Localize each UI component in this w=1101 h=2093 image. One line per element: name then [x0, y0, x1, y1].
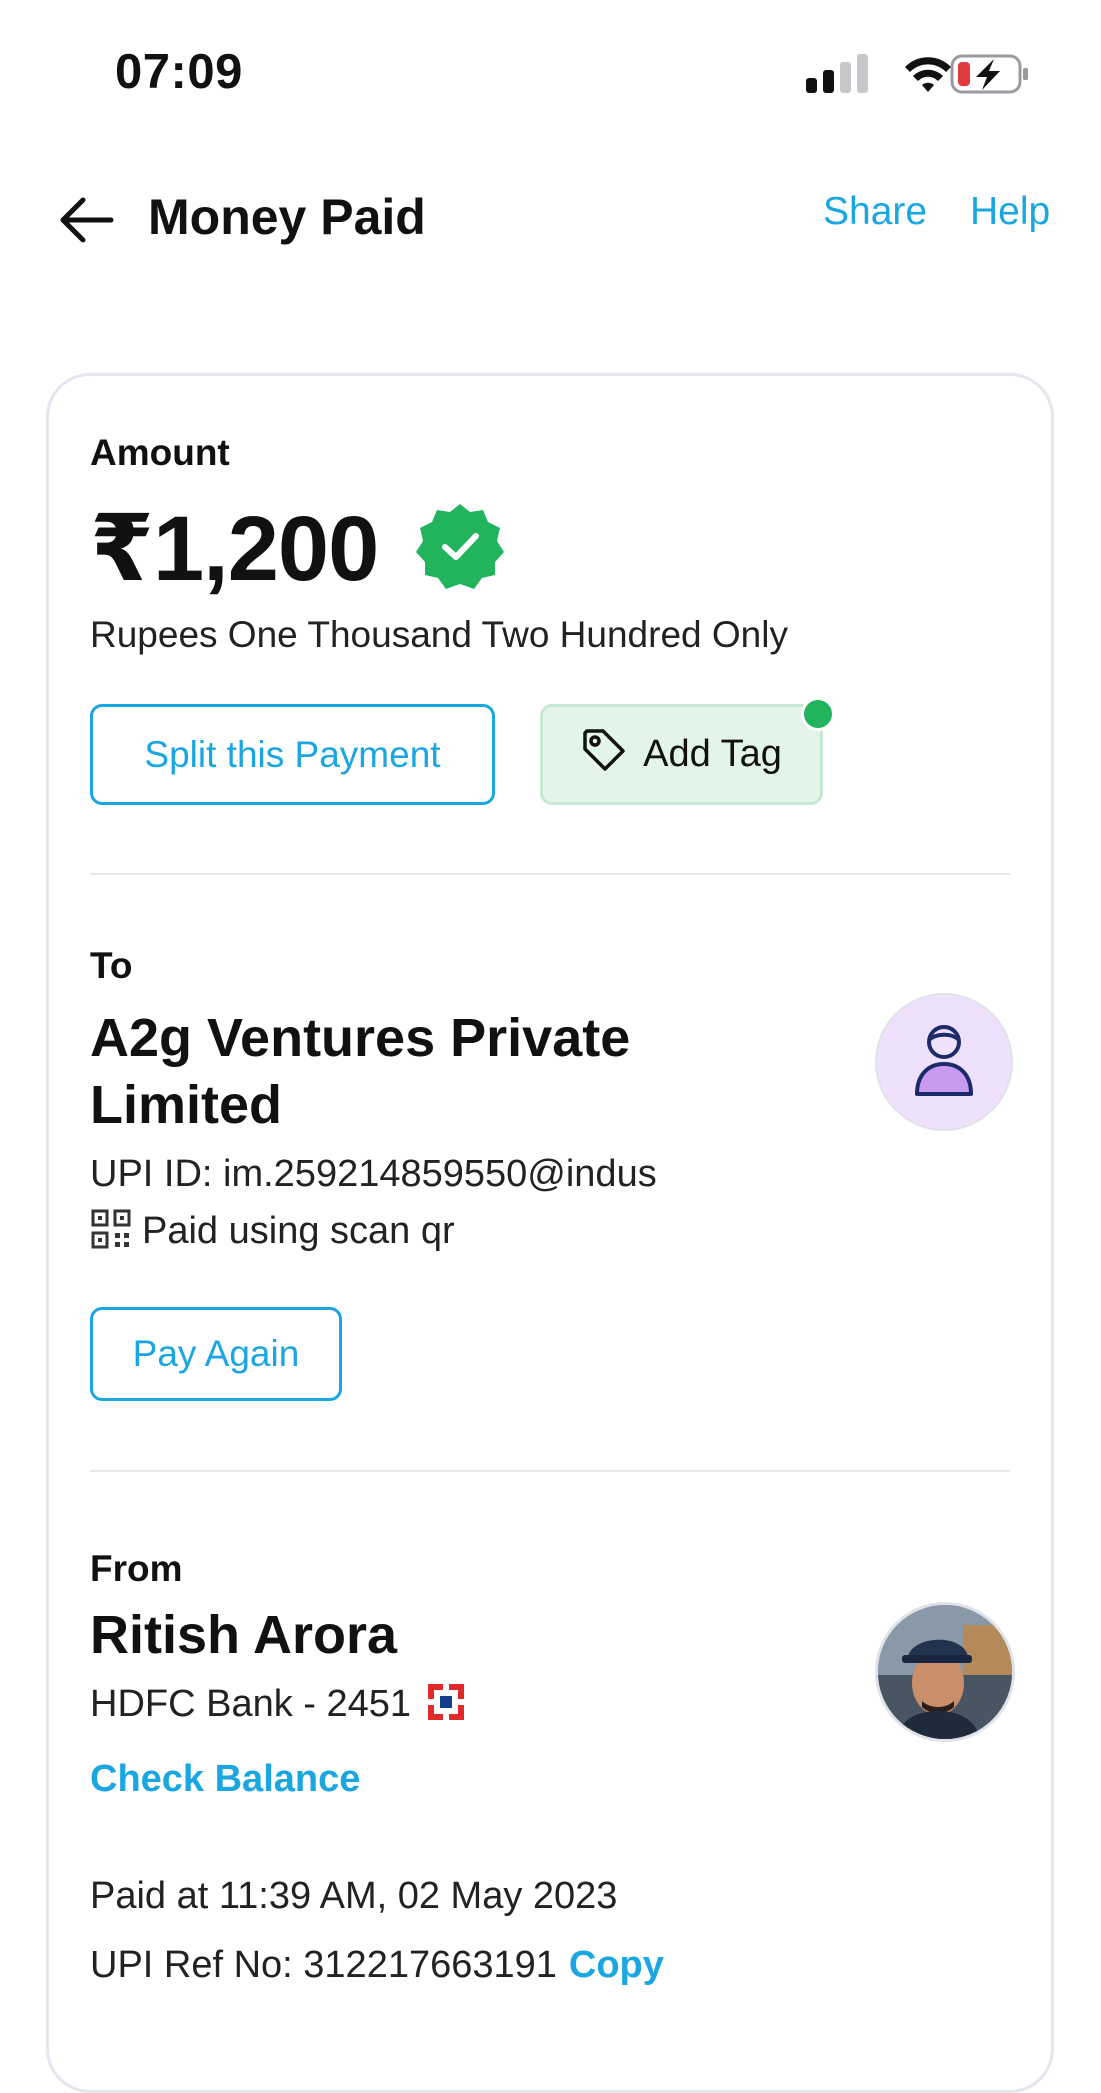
payee-name-line2: Limited: [90, 1075, 283, 1135]
bank-account: HDFC Bank - 2451: [90, 1683, 412, 1725]
wifi-icon: [905, 57, 951, 92]
from-label: From: [90, 1548, 183, 1589]
amount-in-words: Rupees One Thousand Two Hundred Only: [90, 614, 788, 655]
person-icon: [909, 1022, 979, 1103]
payment-method-label: Paid using scan qr: [142, 1210, 455, 1252]
payer-avatar: [875, 1602, 1015, 1742]
upi-reference: UPI Ref No: 312217663191 Copy: [90, 1944, 664, 1987]
payee-name: A2g Ventures Private Limited: [90, 1005, 630, 1139]
paid-at-timestamp: Paid at 11:39 AM, 02 May 2023: [90, 1875, 618, 1917]
payer-bank: HDFC Bank - 2451: [90, 1683, 465, 1726]
upi-id: UPI ID: im.259214859550@indus: [90, 1153, 657, 1195]
back-arrow-icon[interactable]: [55, 190, 115, 250]
payee-name-line1: A2g Ventures Private: [90, 1008, 631, 1068]
payment-method: Paid using scan qr: [90, 1208, 455, 1255]
hdfc-bank-logo-icon: [427, 1683, 465, 1726]
verified-badge-icon: [414, 500, 506, 592]
page-title: Money Paid: [148, 189, 426, 245]
divider: [90, 873, 1010, 875]
battery-icon: [950, 54, 1028, 94]
status-time: 07:09: [115, 45, 243, 99]
upi-ref-number: UPI Ref No: 312217663191: [90, 1944, 557, 1986]
amount-label: Amount: [90, 432, 230, 473]
amount-value: ₹1,200: [90, 498, 379, 600]
divider: [90, 1470, 1010, 1472]
help-link[interactable]: Help: [970, 190, 1050, 234]
tag-icon: [581, 727, 627, 783]
pay-again-button[interactable]: Pay Again: [90, 1307, 342, 1401]
status-icons: [800, 50, 1030, 101]
add-tag-button[interactable]: Add Tag: [540, 704, 823, 805]
payer-name: Ritish Arora: [90, 1605, 398, 1665]
share-link[interactable]: Share: [823, 190, 927, 234]
to-label: To: [90, 945, 133, 986]
signal-icon: [806, 54, 868, 93]
new-indicator-dot: [801, 697, 835, 731]
copy-ref-button[interactable]: Copy: [569, 1944, 664, 1987]
qr-code-icon: [90, 1208, 132, 1255]
split-payment-button[interactable]: Split this Payment: [90, 704, 495, 805]
add-tag-label: Add Tag: [643, 733, 782, 775]
check-balance-link[interactable]: Check Balance: [90, 1758, 360, 1801]
profile-photo: [878, 1605, 1012, 1739]
payee-avatar: [875, 993, 1013, 1131]
